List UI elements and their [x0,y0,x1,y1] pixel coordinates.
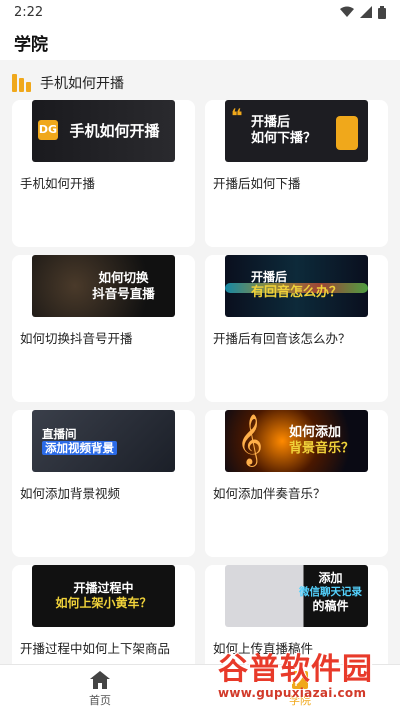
course-title: 开播后如何下播 [213,176,301,191]
home-icon [89,670,111,690]
brand-logo-icon: DG [38,120,58,140]
thumbnail-line: 开播过程中 [73,581,134,595]
thumbnail-line: 的稿件 [312,599,349,614]
thumbnail-line: 添加视频背景 [42,441,117,456]
battery-icon [378,5,386,19]
thumbnail-text: 如何添加 背景音乐？ [289,425,354,458]
course-card[interactable]: DG 手机如何开播 手机如何开播 [12,100,195,247]
thumbnail-line: 开播后 [251,114,291,130]
course-card[interactable]: 𝄞 如何添加 背景音乐？ 如何添加伴奏音乐？ [205,410,388,557]
course-thumbnail: 𝄞 如何添加 背景音乐？ [225,410,368,472]
thumbnail-text: 手机如何开播 [69,121,160,140]
status-bar: 2:22 [0,0,400,24]
section-header: 手机如何开播 [12,70,124,96]
nav-item-academy[interactable]: 学院 [200,665,400,712]
book-icon [289,670,311,690]
nav-label: 学院 [289,693,311,707]
treble-clef-icon: 𝄞 [237,414,264,465]
page-title: 学院 [14,34,48,55]
nav-item-home[interactable]: 首页 [0,665,200,712]
course-thumbnail: 直播间 添加视频背景 [32,410,175,472]
thumbnail-text: 添加 微信聊天记录 的稿件 [299,571,362,614]
course-thumbnail: DG 手机如何开播 [32,100,175,162]
bars-icon [12,74,32,92]
quote-icon: ❝ [231,104,243,128]
course-thumbnail: 如何切换 抖音号直播 [32,255,175,317]
course-card[interactable]: 开播后 有回音怎么办？ 开播后有回音该怎么办？ [205,255,388,402]
course-thumbnail: 开播过程中 如何上架小黄车？ [32,565,175,627]
thumbnail-text: 开播后 有回音怎么办？ [251,270,342,301]
thumbnail-text: 直播间 添加视频背景 [42,427,117,456]
thumbnail-line: 如何切换 [98,270,149,286]
thumbnail-text: 如何切换 抖音号直播 [92,270,155,301]
status-time: 2:22 [14,4,44,20]
thumbnail-line: 如何上架小黄车？ [55,596,152,610]
course-card[interactable]: ❝ 开播后 如何下播？ 开播后如何下播 [205,100,388,247]
course-card[interactable]: 直播间 添加视频背景 如何添加背景视频 [12,410,195,557]
course-title: 开播过程中如何上下架商品 [20,641,171,656]
thumbnail-line: 微信聊天记录 [299,586,362,598]
course-title: 如何添加伴奏音乐？ [213,486,326,501]
thumbnail-line: 有回音怎么办？ [250,285,342,301]
signal-icon [360,6,372,18]
status-icons [340,5,386,19]
course-title: 如何上传直播稿件 [213,641,314,656]
course-title: 开播后有回音该怎么办？ [213,331,351,346]
course-title: 如何切换抖音号开播 [20,331,133,346]
course-grid: DG 手机如何开播 手机如何开播 ❝ 开播后 如何下播？ 开播后如何下播 如何切… [12,100,388,712]
bottom-nav: 首页 学院 [0,664,400,712]
course-thumbnail: 添加 微信聊天记录 的稿件 [225,565,368,627]
thumbnail-text: 开播后 如何下播？ [251,115,316,148]
wifi-icon [340,6,354,17]
nav-label: 首页 [89,693,111,707]
section-title: 手机如何开播 [40,76,124,92]
thumbnail-line: 如何添加 [288,424,341,440]
thumbnail-line: 背景音乐？ [288,441,354,456]
thumbnail-line: 开播后 [250,270,287,285]
thumbnail-line: 抖音号直播 [92,286,155,301]
thumbnail-line: 如何下播？ [251,131,317,146]
course-thumbnail: ❝ 开播后 如何下播？ [225,100,368,162]
course-title: 如何添加背景视频 [20,486,121,501]
phone-icon [336,116,358,150]
thumbnail-line: 添加 [318,571,343,585]
thumbnail-line: 直播间 [42,426,77,441]
thumbnail-text: 开播过程中 如何上架小黄车？ [55,581,151,611]
course-title: 手机如何开播 [20,176,96,191]
course-thumbnail: 开播后 有回音怎么办？ [225,255,368,317]
course-card[interactable]: 如何切换 抖音号直播 如何切换抖音号开播 [12,255,195,402]
app-bar: 学院 [0,24,400,60]
